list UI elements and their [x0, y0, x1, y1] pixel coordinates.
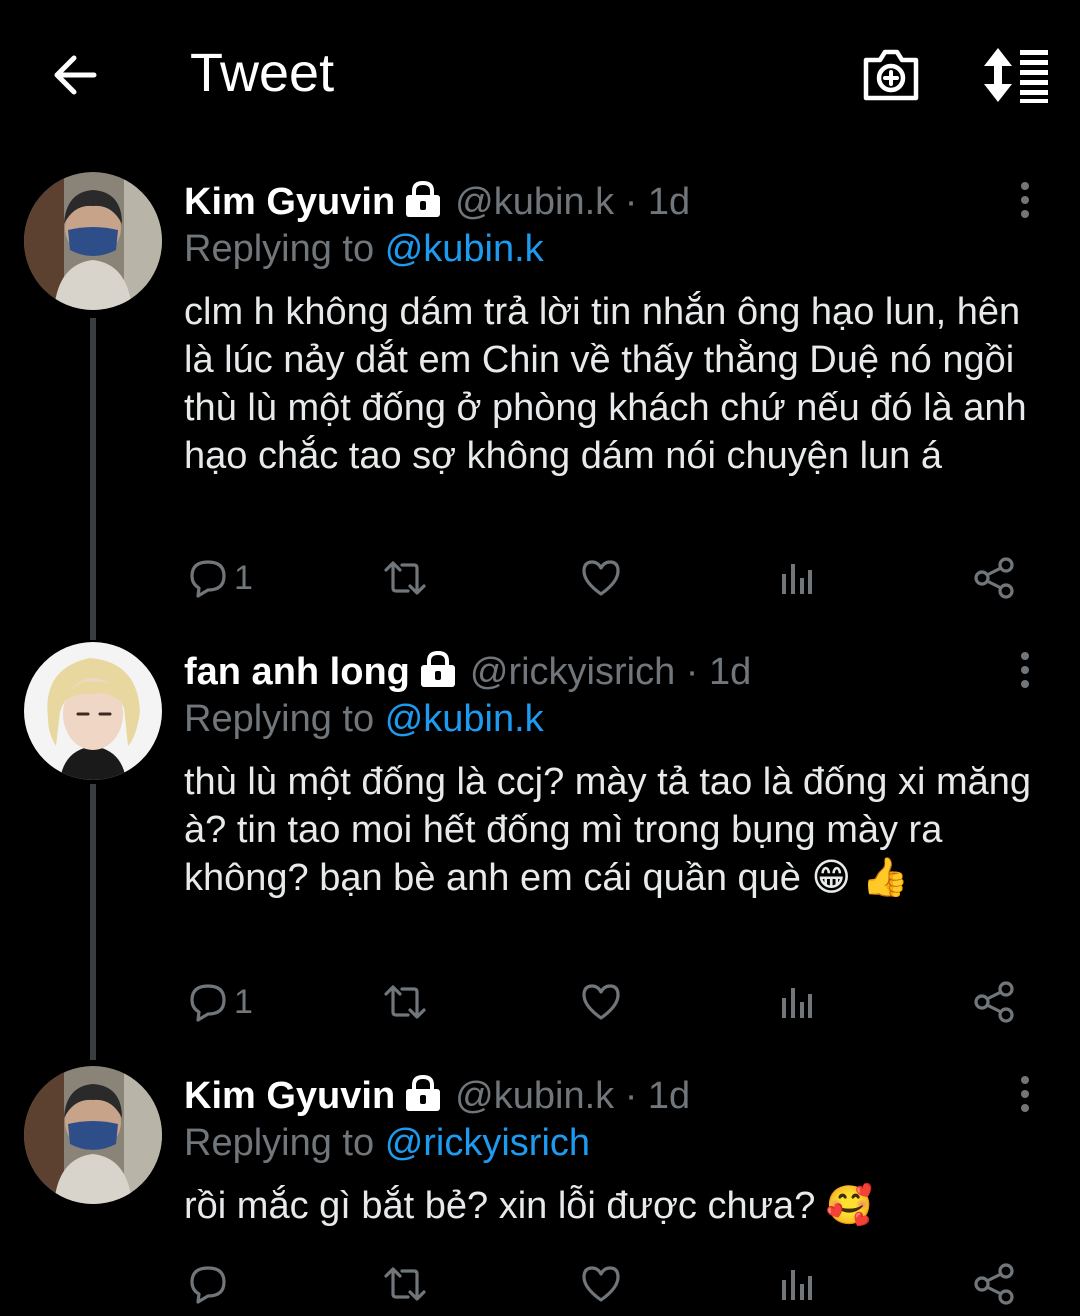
like-button[interactable]: [580, 977, 622, 1027]
display-name[interactable]: fan anh long: [184, 651, 410, 693]
analytics-icon: [782, 564, 812, 594]
arrow-left-icon: [54, 55, 97, 95]
tweet-actions: 1: [184, 977, 1044, 1027]
page-title: Tweet: [190, 43, 335, 103]
reply-button[interactable]: 1: [188, 977, 253, 1027]
heart-icon: [582, 1266, 620, 1302]
share-button[interactable]: [972, 553, 1016, 603]
tweet-text: clm h không dám trả lời tin nhắn ông hạo…: [184, 291, 1027, 477]
avatar-image: [24, 172, 162, 310]
reply-mention[interactable]: @kubin.k: [385, 698, 544, 740]
camera-button[interactable]: [860, 46, 922, 104]
heart-icon: [582, 984, 620, 1020]
analytics-icon: [782, 1270, 812, 1300]
tweet-actions: 1: [184, 553, 1044, 603]
top-bar: Tweet: [0, 0, 1080, 150]
retweet-icon: [384, 1267, 426, 1301]
analytics-button[interactable]: [778, 553, 814, 603]
lock-icon: [418, 650, 458, 688]
sort-icon: [984, 48, 1048, 103]
reply-button[interactable]: [188, 1259, 234, 1309]
user-handle[interactable]: @kubin.k: [455, 181, 614, 223]
replying-to-label: Replying to: [184, 698, 375, 740]
tweet-time: · 1d: [624, 181, 691, 223]
user-handle[interactable]: @kubin.k: [455, 1075, 614, 1117]
analytics-icon: [782, 988, 812, 1018]
more-options-button[interactable]: [1010, 650, 1040, 694]
share-icon: [974, 557, 1014, 599]
replying-to-label: Replying to: [184, 228, 375, 270]
lock-icon: [403, 1074, 443, 1112]
share-icon: [974, 981, 1014, 1023]
share-button[interactable]: [972, 1259, 1016, 1309]
share-button[interactable]: [972, 977, 1016, 1027]
reply-mention[interactable]: @rickyisrich: [385, 1122, 590, 1164]
share-icon: [974, 1263, 1014, 1305]
retweet-button[interactable]: [382, 1259, 428, 1309]
more-vertical-icon: [1021, 182, 1029, 218]
heart-icon: [582, 560, 620, 596]
retweet-icon: [384, 985, 426, 1019]
tweet-time: · 1d: [624, 1075, 691, 1117]
tweet-header: Kim Gyuvin @kubin.k · 1d: [184, 180, 690, 224]
camera-plus-icon: [863, 49, 919, 101]
display-name[interactable]: Kim Gyuvin: [184, 1075, 395, 1117]
replying-to: Replying to @rickyisrich: [184, 1122, 590, 1165]
tweet[interactable]: Kim Gyuvin @kubin.k · 1d Replying to @ric…: [0, 1064, 1080, 1316]
sort-button[interactable]: [980, 46, 1052, 104]
avatar[interactable]: [24, 642, 162, 780]
tweet-actions: [184, 1259, 1044, 1309]
retweet-button[interactable]: [382, 553, 428, 603]
reply-icon: [190, 560, 226, 598]
replying-to: Replying to @kubin.k: [184, 228, 544, 271]
more-vertical-icon: [1021, 652, 1029, 688]
tweet[interactable]: fan anh long @rickyisrich · 1d Replying t…: [0, 640, 1080, 1040]
replying-to: Replying to @kubin.k: [184, 698, 544, 741]
reply-icon: [190, 1266, 226, 1304]
more-vertical-icon: [1021, 1076, 1029, 1112]
reply-button[interactable]: 1: [188, 553, 253, 603]
tweet-text: thù lù một đống là ccj? mày tả tao là đố…: [184, 761, 1032, 899]
avatar-image: [24, 1066, 162, 1204]
more-options-button[interactable]: [1010, 1074, 1040, 1118]
lock-icon: [403, 180, 443, 218]
retweet-icon: [384, 561, 426, 595]
more-options-button[interactable]: [1010, 180, 1040, 224]
reply-mention[interactable]: @kubin.k: [385, 228, 544, 270]
avatar-image: [24, 642, 162, 780]
like-button[interactable]: [580, 553, 622, 603]
user-handle[interactable]: @rickyisrich: [470, 651, 675, 693]
tweet-time: · 1d: [685, 651, 752, 693]
reply-count: 1: [234, 558, 253, 597]
tweet-header: fan anh long @rickyisrich · 1d: [184, 650, 751, 694]
reply-icon: [190, 984, 226, 1022]
avatar[interactable]: [24, 1066, 162, 1204]
reply-count: 1: [234, 982, 253, 1021]
tweet[interactable]: Kim Gyuvin @kubin.k · 1d Replying to @kub…: [0, 170, 1080, 610]
analytics-button[interactable]: [778, 1259, 814, 1309]
tweet-text: rồi mắc gì bắt bẻ? xin lỗi được chưa? 🥰: [184, 1185, 874, 1227]
retweet-button[interactable]: [382, 977, 428, 1027]
back-button[interactable]: [48, 48, 102, 102]
avatar[interactable]: [24, 172, 162, 310]
display-name[interactable]: Kim Gyuvin: [184, 181, 395, 223]
replying-to-label: Replying to: [184, 1122, 375, 1164]
analytics-button[interactable]: [778, 977, 814, 1027]
like-button[interactable]: [580, 1259, 622, 1309]
tweet-header: Kim Gyuvin @kubin.k · 1d: [184, 1074, 690, 1118]
